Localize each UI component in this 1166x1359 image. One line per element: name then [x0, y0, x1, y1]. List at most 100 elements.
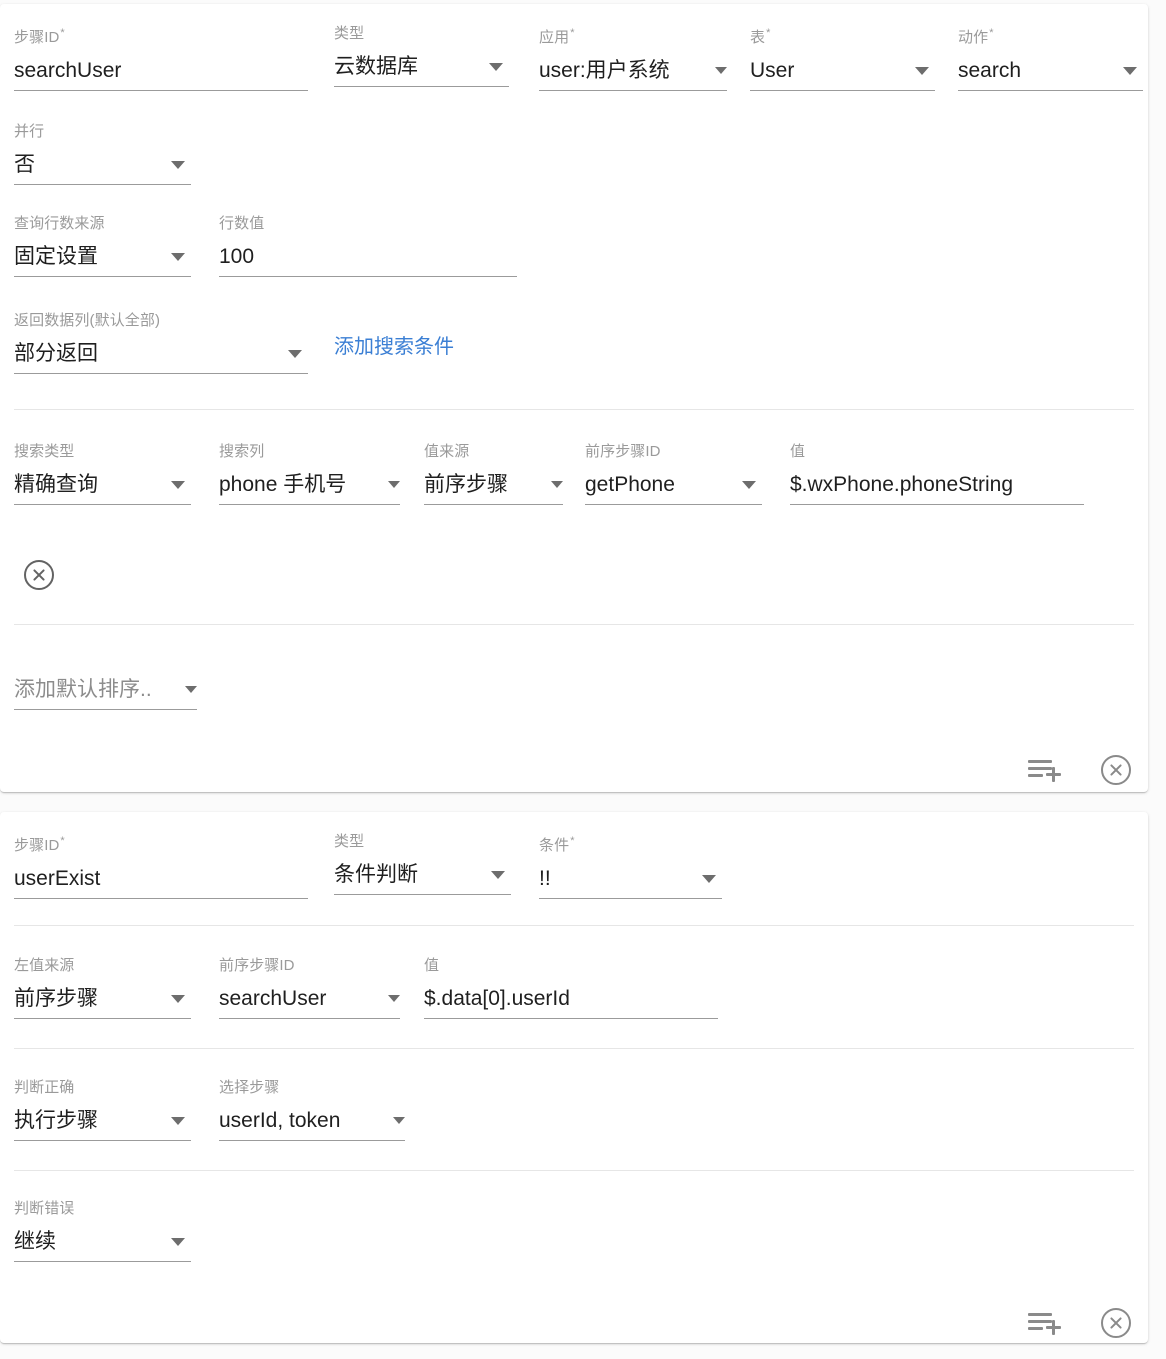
- condition-value: !!: [539, 866, 551, 890]
- on-false-value: 继续: [14, 1229, 56, 1253]
- chevron-down-icon: [171, 252, 185, 261]
- field-label: 前序步骤ID: [585, 443, 661, 460]
- field-label: 并行: [14, 123, 45, 140]
- field-step-id: 步骤ID* searchUser: [14, 14, 334, 91]
- field-return-cols: 返回数据列(默认全部) 部分返回: [14, 301, 334, 374]
- step2-header-row: 步骤ID* userExist 类型 条件判断 条件* !!: [14, 822, 749, 899]
- app-select[interactable]: user:用户系统: [539, 53, 727, 91]
- field-label: 条件*: [539, 835, 575, 854]
- chevron-down-icon: [288, 349, 302, 358]
- add-step-button[interactable]: [1028, 1307, 1062, 1337]
- field-label: 表*: [750, 27, 771, 46]
- field-add-condition: 添加搜索条件: [334, 301, 554, 360]
- return-cols-select[interactable]: 部分返回: [14, 336, 308, 374]
- return-cols-value: 部分返回: [14, 341, 98, 365]
- chevron-down-icon: [171, 480, 185, 489]
- field-label: 步骤ID*: [14, 835, 65, 854]
- step2-left-value-row: 左值来源 前序步骤 前序步骤ID searchUser 值 $.data[0].…: [14, 946, 734, 1019]
- circle-close-icon: [1101, 1308, 1131, 1338]
- chevron-down-icon: [915, 66, 929, 75]
- search-column-select[interactable]: phone 手机号: [219, 467, 400, 505]
- delete-step-button[interactable]: [1101, 755, 1131, 785]
- chevron-down-icon: [489, 62, 503, 71]
- prev-step-id-select[interactable]: searchUser: [219, 981, 400, 1019]
- field-parallel: 并行 否: [14, 112, 219, 185]
- action-select[interactable]: search: [958, 53, 1143, 91]
- field-app: 应用* user:用户系统: [539, 14, 750, 91]
- rows-value-text: 100: [219, 244, 255, 268]
- step-card-user-exist: 步骤ID* userExist 类型 条件判断 条件* !! 左值来源 前序步骤…: [0, 812, 1148, 1343]
- select-steps-select[interactable]: userId, token: [219, 1103, 405, 1141]
- field-step-id: 步骤ID* userExist: [14, 822, 334, 899]
- field-search-column: 搜索列 phone 手机号: [219, 432, 424, 505]
- field-on-true: 判断正确 执行步骤: [14, 1068, 219, 1141]
- parallel-select[interactable]: 否: [14, 147, 191, 185]
- chevron-down-icon: [171, 160, 185, 169]
- add-search-condition-link[interactable]: 添加搜索条件: [334, 336, 454, 358]
- search-type-select[interactable]: 精确查询: [14, 467, 191, 505]
- left-value-source-value: 前序步骤: [14, 986, 98, 1010]
- field-prev-step-id: 前序步骤ID getPhone: [585, 432, 790, 505]
- on-true-select[interactable]: 执行步骤: [14, 1103, 191, 1141]
- step1-return-cols-row: 返回数据列(默认全部) 部分返回 添加搜索条件: [14, 301, 554, 374]
- chevron-down-icon: [171, 1116, 185, 1125]
- divider: [14, 925, 1134, 926]
- add-step-button[interactable]: [1028, 754, 1062, 784]
- type-value: 条件判断: [334, 862, 418, 886]
- field-prev-step-id: 前序步骤ID searchUser: [219, 946, 424, 1019]
- field-label: 值: [790, 443, 806, 460]
- chevron-down-icon: [171, 1237, 185, 1246]
- step1-parallel-row: 并行 否: [14, 112, 219, 185]
- default-sort-row: 添加默认排序..: [14, 666, 214, 710]
- field-select-steps: 选择步骤 userId, token: [219, 1068, 439, 1141]
- search-type-value: 精确查询: [14, 472, 98, 496]
- circle-close-icon: [24, 560, 54, 590]
- app-value: user:用户系统: [539, 58, 670, 82]
- prev-step-id-select[interactable]: getPhone: [585, 467, 762, 505]
- prev-step-id-value: getPhone: [585, 472, 675, 496]
- circle-close-icon: [1101, 755, 1131, 785]
- step-id-value: userExist: [14, 866, 101, 890]
- rows-source-select[interactable]: 固定设置: [14, 239, 191, 277]
- on-false-select[interactable]: 继续: [14, 1224, 191, 1262]
- default-sort-select[interactable]: 添加默认排序..: [14, 672, 197, 710]
- field-condition: 条件* !!: [539, 822, 749, 899]
- step1-header-row: 步骤ID* searchUser 类型 云数据库 应用* user:用户系统 表…: [14, 14, 1158, 91]
- prev-step-id-value: searchUser: [219, 986, 327, 1010]
- chevron-down-icon: [715, 67, 727, 74]
- chevron-down-icon: [171, 994, 185, 1003]
- step-id-input[interactable]: userExist: [14, 861, 308, 899]
- delete-step-button[interactable]: [1101, 1308, 1131, 1338]
- search-column-value: phone 手机号: [219, 472, 347, 496]
- divider: [14, 624, 1134, 625]
- field-label: 值来源: [424, 443, 470, 460]
- value-source-select[interactable]: 前序步骤: [424, 467, 563, 505]
- field-label: 搜索列: [219, 443, 265, 460]
- step-card-search-user: 步骤ID* searchUser 类型 云数据库 应用* user:用户系统 表…: [0, 4, 1148, 792]
- field-label: 查询行数来源: [14, 215, 105, 232]
- value-input[interactable]: $.data[0].userId: [424, 981, 718, 1019]
- step-id-input[interactable]: searchUser: [14, 53, 308, 91]
- chevron-down-icon: [491, 870, 505, 879]
- value-source-value: 前序步骤: [424, 472, 508, 496]
- left-value-source-select[interactable]: 前序步骤: [14, 981, 191, 1019]
- select-steps-value: userId, token: [219, 1108, 341, 1132]
- workflow-step-editor: 步骤ID* searchUser 类型 云数据库 应用* user:用户系统 表…: [0, 0, 1166, 1359]
- table-select[interactable]: User: [750, 53, 935, 91]
- rows-value-input[interactable]: 100: [219, 239, 517, 277]
- field-label: 判断正确: [14, 1079, 75, 1096]
- field-rows-source: 查询行数来源 固定设置: [14, 204, 219, 277]
- step2-on-true-row: 判断正确 执行步骤 选择步骤 userId, token: [14, 1068, 439, 1141]
- condition-value-input[interactable]: $.wxPhone.phoneString: [790, 467, 1084, 505]
- type-value: 云数据库: [334, 54, 418, 78]
- condition-select[interactable]: !!: [539, 861, 722, 899]
- field-type: 类型 云数据库: [334, 14, 539, 87]
- field-label: 返回数据列(默认全部): [14, 312, 161, 329]
- field-type: 类型 条件判断: [334, 822, 539, 895]
- table-value: User: [750, 58, 795, 82]
- field-label: 动作*: [958, 27, 994, 46]
- type-select[interactable]: 条件判断: [334, 857, 511, 895]
- remove-search-condition-button[interactable]: [24, 560, 54, 590]
- type-select[interactable]: 云数据库: [334, 49, 509, 87]
- default-sort-placeholder: 添加默认排序..: [14, 677, 152, 701]
